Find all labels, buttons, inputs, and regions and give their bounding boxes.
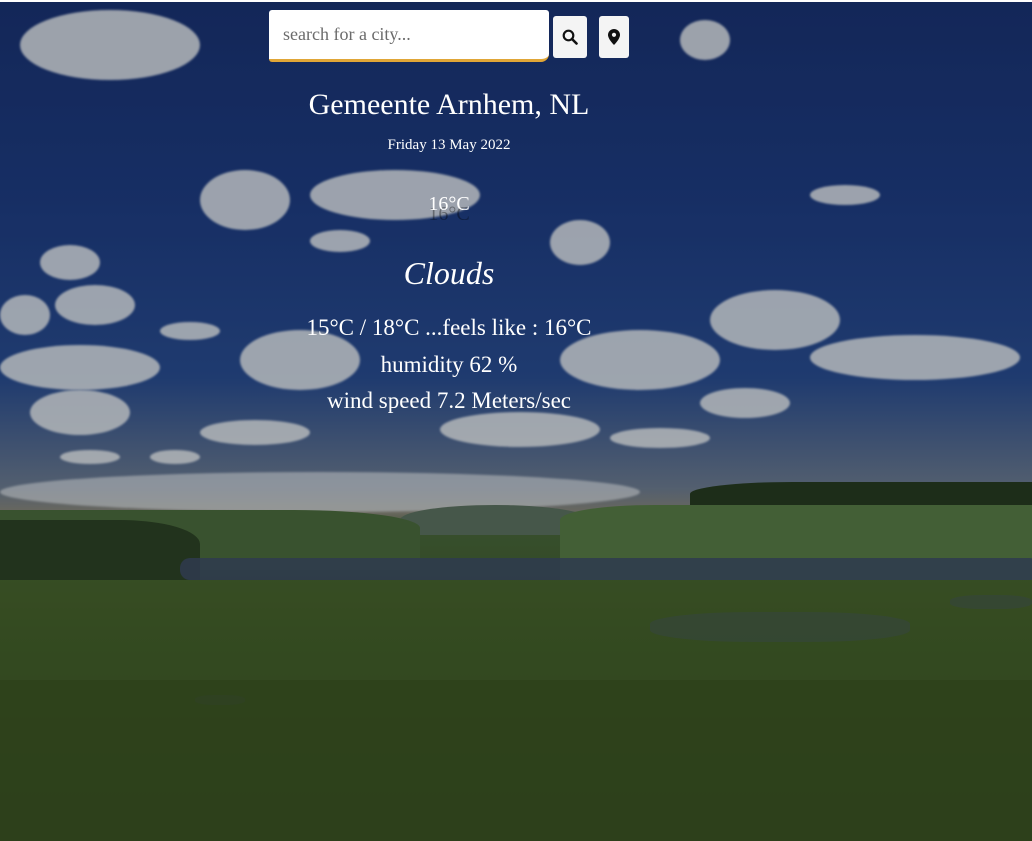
search-button[interactable] [553, 16, 587, 58]
dark-overlay [0, 0, 1032, 841]
wind-speed: wind speed 7.2 Meters/sec [327, 388, 571, 413]
top-border [0, 0, 1032, 2]
current-date: Friday 13 May 2022 [387, 137, 511, 153]
search-bar [269, 10, 629, 62]
current-temperature: 16°C [428, 193, 470, 215]
search-icon [562, 29, 578, 45]
current-location-button[interactable] [599, 16, 629, 58]
city-name: Gemeente Arnhem, NL [308, 88, 590, 121]
min-max-feels-like: 15°C / 18°C ...feels like : 16°C [306, 315, 592, 340]
location-pin-icon [608, 29, 620, 45]
weather-condition: Clouds [403, 255, 495, 291]
humidity: humidity 62 % [380, 352, 518, 377]
city-search-input[interactable] [269, 10, 549, 62]
